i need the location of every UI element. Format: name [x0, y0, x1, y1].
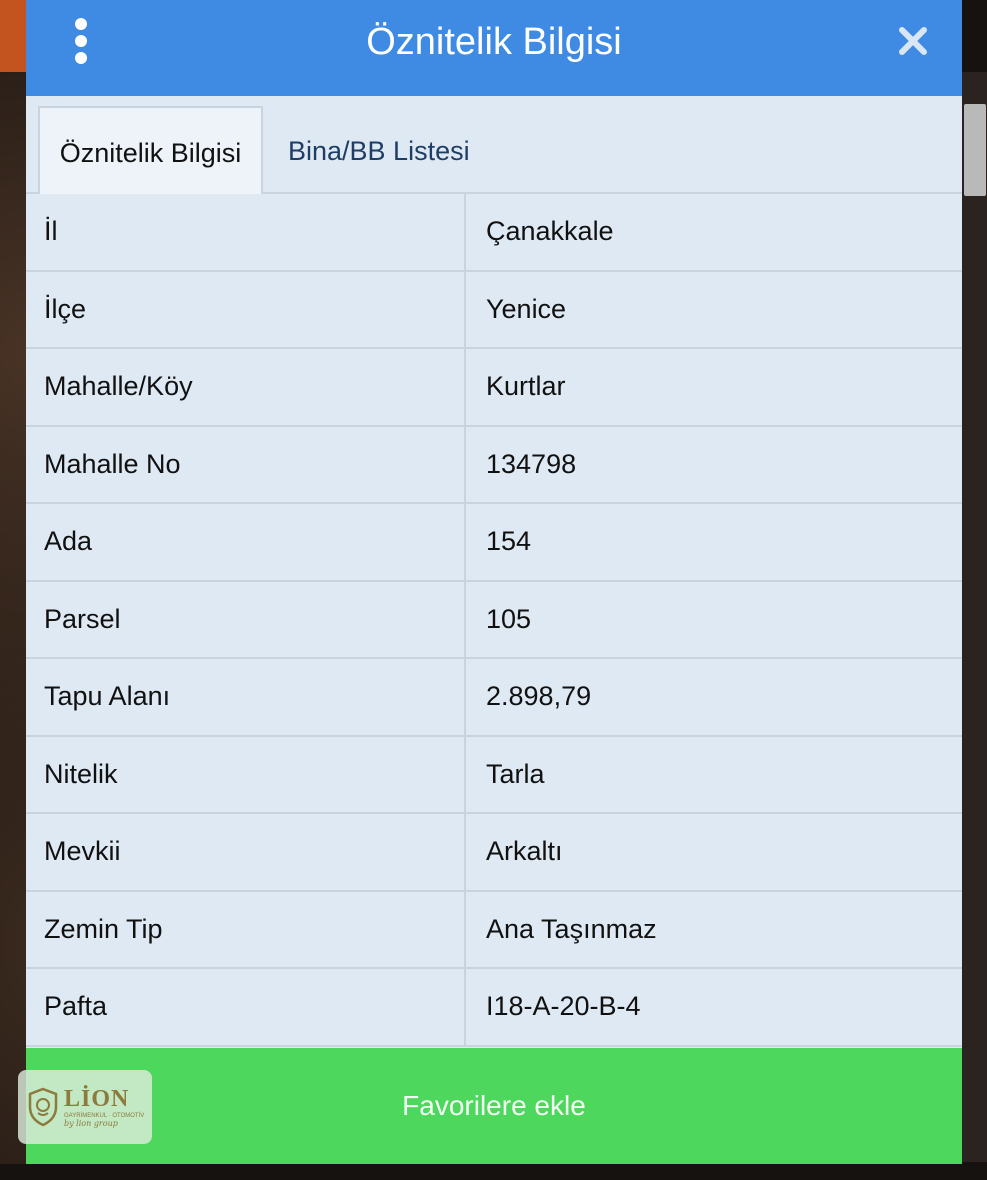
table-row: Parsel 105: [26, 581, 962, 659]
attribute-key: Tapu Alanı: [26, 659, 466, 735]
attribute-key: Zemin Tip: [26, 891, 466, 967]
scrollbar-thumb[interactable]: [964, 104, 986, 196]
attribute-key: Parsel: [26, 581, 466, 657]
attribute-key: Nitelik: [26, 736, 466, 812]
scrollbar-track[interactable]: [962, 72, 987, 1162]
tab-building-list[interactable]: Bina/BB Listesi: [288, 106, 528, 194]
dialog-title: Öznitelik Bilgisi: [366, 21, 622, 63]
table-row: İl Çanakkale: [26, 194, 962, 272]
attribute-key: Pafta: [26, 969, 466, 1045]
table-row: Mahalle No 134798: [26, 426, 962, 504]
attribute-key: Mevkii: [26, 814, 466, 890]
table-row: Nitelik Tarla: [26, 736, 962, 814]
attribute-key: İlçe: [26, 271, 466, 347]
attribute-value: Ana Taşınmaz: [486, 913, 657, 944]
attribute-value: 2.898,79: [486, 681, 592, 712]
attribute-value: Yenice: [486, 293, 567, 324]
table-row: İlçe Yenice: [26, 271, 962, 349]
logo-name: LİON: [64, 1086, 130, 1112]
attribute-value: Çanakkale: [486, 216, 614, 247]
close-icon[interactable]: [896, 24, 930, 58]
tab-bar: Öznitelik Bilgisi Bina/BB Listesi: [26, 96, 962, 194]
background-bottom: [0, 1164, 987, 1180]
attribute-value: 154: [486, 526, 532, 557]
attribute-value: 105: [486, 603, 532, 634]
lion-shield-icon: [28, 1087, 58, 1127]
tab-attribute-info[interactable]: Öznitelik Bilgisi: [38, 106, 263, 194]
table-row: Zemin Tip Ana Taşınmaz: [26, 891, 962, 969]
attribute-value: 134798: [486, 448, 577, 479]
attribute-key: Mahalle No: [26, 426, 466, 502]
attribute-key: Mahalle/Köy: [26, 349, 466, 425]
attribute-value: Kurtlar: [486, 371, 566, 402]
table-row: Mevkii Arkaltı: [26, 814, 962, 892]
brand-logo: LİON GAYRİMENKUL · OTOMOTİV by lion grou…: [18, 1070, 152, 1144]
attribute-dialog: Öznitelik Bilgisi Öznitelik Bilgisi Bina…: [26, 0, 962, 1164]
table-row: Pafta I18-A-20-B-4: [26, 969, 962, 1047]
add-to-favorites-button[interactable]: Favorilere ekle: [26, 1048, 962, 1164]
attribute-value: I18-A-20-B-4: [486, 991, 641, 1022]
attribute-value: Arkaltı: [486, 836, 563, 867]
attribute-key: Ada: [26, 504, 466, 580]
attribute-table: İl Çanakkale İlçe Yenice Mahalle/Köy Kur…: [26, 194, 962, 1047]
attribute-value: Tarla: [486, 758, 545, 789]
table-row: Tapu Alanı 2.898,79: [26, 659, 962, 737]
table-row: Ada 154: [26, 504, 962, 582]
background-accent: [0, 0, 26, 72]
logo-tagline: by lion group: [64, 1119, 118, 1128]
attribute-key: İl: [26, 194, 466, 270]
dialog-header: Öznitelik Bilgisi: [26, 0, 962, 96]
table-row: Mahalle/Köy Kurtlar: [26, 349, 962, 427]
